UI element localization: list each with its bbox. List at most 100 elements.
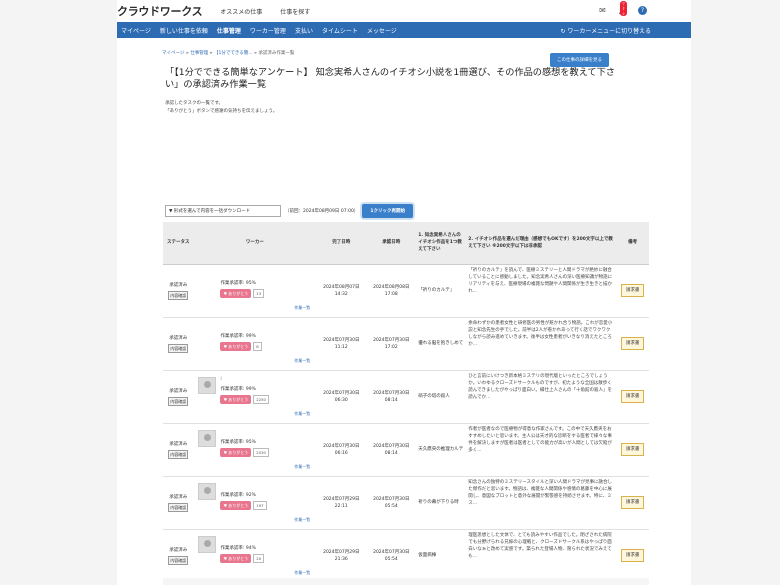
thanks-count: 8 <box>253 341 262 351</box>
approved-date: 2024年07月30日 08:14 <box>366 423 417 477</box>
worker-cell: 作業承認率: 95% ♥ ありがとう 2530 作業一覧 <box>193 423 317 477</box>
content-check-button[interactable]: 内容確認 <box>168 343 189 353</box>
content-check-button[interactable]: 内容確認 <box>168 449 189 459</box>
answer-q1: 優れる脳を抱きしめて <box>416 317 467 371</box>
invoice-button[interactable]: 請求書 <box>620 337 645 350</box>
header-completed: 完了日時 <box>316 222 367 265</box>
invoice-button[interactable]: 請求書 <box>620 443 645 456</box>
work-list-link[interactable]: 作業一覧 <box>294 304 310 311</box>
note-cell: 請求書 <box>616 370 649 424</box>
nav-timesheet[interactable]: タイムシート <box>322 26 358 35</box>
worker-avatar[interactable] <box>198 376 217 394</box>
view-job-detail-button[interactable]: この仕事の詳細を見る <box>550 53 609 67</box>
content-check-button[interactable]: 内容確認 <box>168 396 189 406</box>
answer-q2-cell: 作者が医者なので医療物が得意な作家さんです。この中で天久鷹央をおすすめしたいと思… <box>466 423 617 477</box>
thanks-label: ありがとう <box>228 555 249 561</box>
content-check-button[interactable]: 内容確認 <box>168 290 189 300</box>
logo[interactable]: クラウドワークス <box>117 3 203 19</box>
thanks-button[interactable]: ♥ ありがとう <box>220 553 252 563</box>
nav-job-management[interactable]: 仕事管理 <box>217 26 241 35</box>
nav-messages[interactable]: メッセージ <box>367 26 397 35</box>
approval-rate: 作業承認率: 95% <box>220 280 256 286</box>
answer-q1: 天久鷹央の推理カルテ <box>416 423 467 477</box>
work-list-link[interactable]: 作業一覧 <box>294 516 310 523</box>
answer-q2-cell: 知念さんの独特のミステリースタイルと深い人間ドラマが見事に融合した傑作だと思いま… <box>466 476 617 530</box>
download-format-select[interactable]: ▼ 形式を選んで内容を一括ダウンロード <box>165 205 281 217</box>
switch-to-worker-menu[interactable]: ↻ ワーカーメニューに切り替える <box>560 26 651 35</box>
table-row: 承認済み 内容確認 作業承認率: 95% ♥ ありがとう 13 作業一覧 2024年08月0… <box>163 264 649 318</box>
status-cell: 承認済み 内容確認 <box>163 423 194 477</box>
bell-icon[interactable]: 🔔︎ﾜｸｼ <box>618 1 628 16</box>
content-check-button[interactable]: 内容確認 <box>168 502 189 512</box>
table-row: 承認済み 内容確認 l 作業承認率: 99% ♥ ありがとう 2250 作業一覧 2024年0… <box>163 370 649 424</box>
answer-q2: 作者が医者なので医療物が得意な作家さんです。この中で天久鷹央をおすすめしたいと思… <box>468 426 612 454</box>
table-row: 承認済み 内容確認 作業承認率: 94% ♥ ありがとう 20 作業一覧 2024年07月2… <box>163 529 649 583</box>
table-header-row: ステータス ワーカー 完了日時 承認日時 1. 知念実希人さんのイチオシ作品を1… <box>163 222 649 265</box>
nav-worker-management[interactable]: ワーカー管理 <box>250 26 286 35</box>
thanks-label: ありがとう <box>228 449 249 455</box>
thanks-label: ありがとう <box>228 396 249 402</box>
help-icon[interactable]: ? <box>638 6 647 15</box>
worker-avatar[interactable] <box>198 535 217 553</box>
approval-rate: 作業承認率: 95% <box>220 439 256 445</box>
nav-payment[interactable]: 支払い <box>295 26 313 35</box>
status-cell: 承認済み 内容確認 <box>163 529 194 583</box>
completed-date: 2024年07月30日 06:16 <box>316 423 367 477</box>
answer-q2: ひと言前にいけつき新本格ミステリの現代版といったところでしょうか。いわゆるクロー… <box>468 373 613 401</box>
approved-date: 2024年07月30日 05:54 <box>366 476 417 530</box>
worker-avatar[interactable] <box>198 482 217 500</box>
status-cell: 承認済み 内容確認 <box>163 370 194 424</box>
work-list-link[interactable]: 作業一覧 <box>294 463 310 470</box>
answer-q2: 理医思想とした文体で、とても読みやすい作品でした。閉ざされた病院でも分野げられる… <box>468 532 612 560</box>
work-list-link[interactable]: 作業一覧 <box>294 569 310 576</box>
completed-date: 2024年08月07日 14:32 <box>316 264 367 318</box>
thanks-button[interactable]: ♥ ありがとう <box>220 500 252 510</box>
thanks-button[interactable]: ♥ ありがとう <box>220 288 252 298</box>
thanks-button[interactable]: ♥ ありがとう <box>220 394 252 404</box>
filter-row: ▼ 形式を選んで内容を一括ダウンロード （前回：2024年08月09日 07:0… <box>165 204 413 218</box>
approval-rate: 作業承認率: 99% <box>220 333 256 339</box>
worker-avatar[interactable] <box>198 429 217 447</box>
nav-mypage[interactable]: マイページ <box>121 26 151 35</box>
thanks-label: ありがとう <box>228 502 249 508</box>
crumb-job[interactable]: 【1分でできる簡... <box>214 51 253 56</box>
approved-date: 2024年07月30日 17:02 <box>366 317 417 371</box>
nav-new-job[interactable]: 新しい仕事を依頼 <box>160 26 208 35</box>
thanks-label: ありがとう <box>228 290 249 296</box>
status-text: 承認済み <box>169 388 188 394</box>
invoice-button[interactable]: 請求書 <box>620 496 645 509</box>
header-note: 備考 <box>616 222 649 265</box>
thanks-button[interactable]: ♥ ありがとう <box>220 341 252 351</box>
table-row: 承認済み 内容確認 作業承認率: 95% ♥ ありがとう 2530 作業一覧 2024年07… <box>163 423 649 477</box>
thanks-button[interactable]: ♥ ありがとう <box>220 447 252 457</box>
top-bar: クラウドワークス オススメの仕事 仕事を探す ✉ 🔔︎ﾜｸｼ ? <box>117 0 691 22</box>
note-cell: 請求書 <box>616 529 649 583</box>
invoice-button[interactable]: 請求書 <box>620 390 645 403</box>
find-jobs-link[interactable]: 仕事を探す <box>280 7 310 16</box>
status-cell: 承認済み 内容確認 <box>163 264 194 318</box>
answer-q1: 硝子の塔の殺人 <box>416 370 467 424</box>
work-list-link[interactable]: 作業一覧 <box>294 410 310 417</box>
approved-date: 2024年08月08日 17:08 <box>366 264 417 318</box>
content-check-button[interactable]: 内容確認 <box>168 555 189 565</box>
answer-q2-cell: 余命わずかの患者女性と研修医の男性が惹かれ合う物語。これが恋愛小説と知念先生の手… <box>466 317 617 371</box>
worker-name[interactable]: l <box>220 375 221 382</box>
crumb-job-management[interactable]: 仕事管理 <box>190 51 208 56</box>
header-approved: 承認日時 <box>366 222 417 265</box>
invoice-button[interactable]: 請求書 <box>620 284 645 297</box>
approval-rate: 作業承認率: 94% <box>220 545 256 551</box>
crumb-mypage[interactable]: マイページ <box>162 51 184 56</box>
switch-label: ワーカーメニューに切り替える <box>567 28 651 35</box>
page-container: クラウドワークス オススメの仕事 仕事を探す ✉ 🔔︎ﾜｸｼ ? マイページ 新… <box>117 0 691 585</box>
header-q2: 2. イチオシ作品を選んだ理由（感想でもOKです）を200文字以上で教えて下さい… <box>466 222 617 265</box>
main-nav: マイページ 新しい仕事を依頼 仕事管理 ワーカー管理 支払い タイムシート メッ… <box>117 22 691 38</box>
notification-badge: ﾜｸｼ <box>620 1 627 16</box>
work-list-link[interactable]: 作業一覧 <box>294 357 310 364</box>
answer-q2: 「祈りのカルテ」を読んで、医療ミステリーと人間ドラマが絶妙に融合していることに感… <box>468 267 613 295</box>
approved-date: 2024年07月30日 05:54 <box>366 529 417 583</box>
one-click-restart-button[interactable]: 1クリック再開始 <box>362 204 413 218</box>
mail-icon[interactable]: ✉ <box>598 6 607 15</box>
recommended-jobs-link[interactable]: オススメの仕事 <box>220 7 262 16</box>
invoice-button[interactable]: 請求書 <box>620 549 645 562</box>
table-row: 承認済み 内容確認 作業承認率: 99% ♥ ありがとう 8 作業一覧 2024年07月30… <box>163 317 649 371</box>
